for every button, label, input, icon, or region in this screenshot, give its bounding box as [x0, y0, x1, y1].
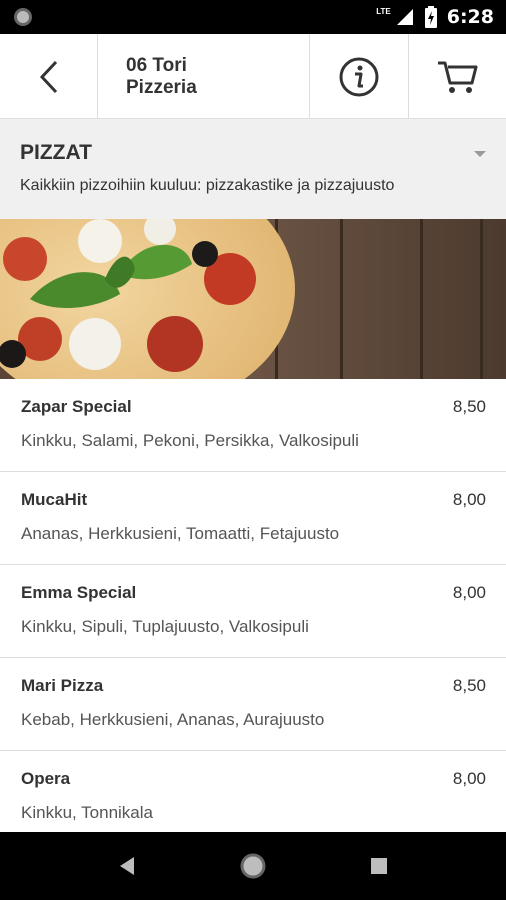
item-ingredients: Kebab, Herkkusieni, Ananas, Aurajuusto	[21, 710, 325, 729]
signal-icon	[396, 9, 413, 25]
network-type-label: LTE	[376, 6, 391, 16]
menu-item[interactable]: Zapar Special 8,50 Kinkku, Salami, Pekon…	[0, 379, 506, 472]
back-arrow-icon	[39, 60, 57, 93]
cart-button[interactable]	[409, 34, 506, 119]
clock: 6:28	[446, 6, 494, 28]
system-navigation-bar	[0, 832, 506, 900]
item-ingredients: Kinkku, Salami, Pekoni, Persikka, Valkos…	[21, 431, 359, 450]
chevron-down-icon[interactable]	[474, 151, 486, 157]
info-icon	[339, 57, 379, 96]
item-name: MucaHit	[21, 490, 88, 509]
square-recents-icon	[371, 858, 387, 874]
nav-home-button[interactable]	[226, 832, 280, 900]
status-bar: LTE 6:28	[0, 0, 506, 34]
item-ingredients: Kinkku, Sipuli, Tuplajuusto, Valkosipuli	[21, 617, 309, 636]
item-name: Zapar Special	[21, 397, 132, 416]
menu-item[interactable]: Emma Special 8,00 Kinkku, Sipuli, Tuplaj…	[0, 565, 506, 658]
category-description: Kaikkiin pizzoihiin kuuluu: pizzakastike…	[20, 177, 395, 194]
nav-recents-button[interactable]	[352, 832, 406, 900]
category-section[interactable]: PIZZAT Kaikkiin pizzoihiin kuuluu: pizza…	[0, 119, 506, 219]
item-name: Opera	[21, 769, 71, 788]
item-price: 8,50	[452, 397, 486, 416]
triangle-back-icon	[120, 857, 134, 875]
item-ingredients: Ananas, Herkkusieni, Tomaatti, Fetajuust…	[21, 524, 340, 543]
menu-item-list: Zapar Special 8,50 Kinkku, Salami, Pekon…	[0, 379, 506, 844]
back-button[interactable]	[0, 34, 98, 119]
item-name: Emma Special	[21, 583, 137, 602]
item-name: Mari Pizza	[21, 676, 104, 695]
battery-icon	[424, 6, 437, 28]
pizza-photo	[0, 219, 506, 379]
item-ingredients: Kinkku, Tonnikala	[21, 803, 153, 822]
info-button[interactable]	[310, 34, 409, 119]
category-title: PIZZAT	[20, 141, 92, 164]
item-price: 8,00	[452, 769, 486, 788]
nav-back-button[interactable]	[100, 832, 154, 900]
notification-icon	[14, 8, 32, 26]
menu-item[interactable]: Opera 8,00 Kinkku, Tonnikala	[0, 751, 506, 844]
cart-icon	[437, 61, 477, 93]
item-price: 8,00	[452, 583, 486, 602]
app-header: 06 Tori Pizzeria	[0, 34, 506, 119]
menu-item[interactable]: MucaHit 8,00 Ananas, Herkkusieni, Tomaat…	[0, 472, 506, 565]
item-price: 8,00	[452, 490, 486, 509]
item-price: 8,50	[452, 676, 486, 695]
home-circle-icon	[240, 853, 266, 879]
menu-item[interactable]: Mari Pizza 8,50 Kebab, Herkkusieni, Anan…	[0, 658, 506, 751]
restaurant-title: 06 Tori Pizzeria	[98, 34, 310, 119]
category-banner-image	[0, 219, 506, 379]
